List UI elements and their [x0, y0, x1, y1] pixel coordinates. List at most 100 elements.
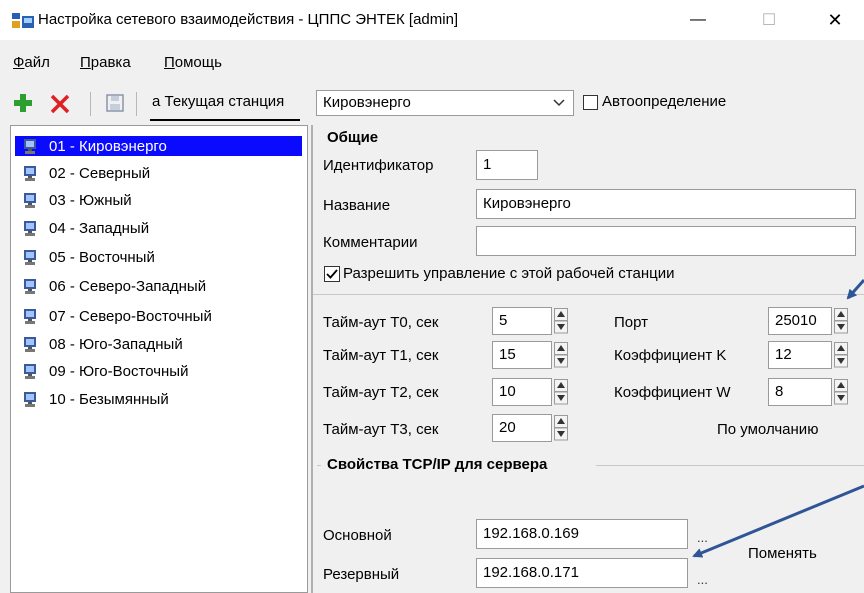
allow-control-checkbox[interactable]: [324, 266, 340, 282]
id-field[interactable]: 1: [476, 150, 538, 180]
computer-icon: [24, 138, 36, 154]
station-list-item-label: 03 - Южный: [49, 191, 132, 209]
station-list-item[interactable]: 01 - Кировэнерго: [15, 136, 302, 156]
port-field[interactable]: 25010: [768, 307, 832, 335]
station-list-item[interactable]: 05 - Восточный: [15, 247, 155, 267]
coeff-k-spinner[interactable]: [834, 342, 848, 368]
menu-edit-accel: П: [80, 54, 91, 71]
close-button[interactable]: ✕: [806, 0, 864, 40]
toolbar-separator: [90, 92, 91, 116]
toolbar-separator: [136, 92, 137, 116]
station-list-item-label: 08 - Юго-Западный: [49, 335, 183, 353]
t1-label: Тайм-аут Т1, сек: [323, 347, 439, 364]
window-title: Настройка сетевого взаимодействия - ЦППС…: [38, 11, 459, 28]
primary-ip-browse-button[interactable]: ...: [697, 530, 708, 545]
station-select[interactable]: Кировэнерго: [316, 90, 574, 116]
coeff-w-spinner[interactable]: [834, 379, 848, 405]
coeff-w-field[interactable]: 8: [768, 378, 832, 406]
t1-spinner[interactable]: [554, 342, 568, 368]
menu-help-label: омощь: [174, 54, 222, 71]
computer-icon: [24, 363, 36, 379]
app-icon: [12, 13, 34, 28]
chevron-down-icon: [553, 99, 565, 107]
change-annotation: Поменять: [748, 545, 817, 562]
backup-ip-label: Резервный: [323, 566, 400, 583]
t3-label: Тайм-аут Т3, сек: [323, 421, 439, 438]
computer-icon: [24, 278, 36, 294]
menu-edit[interactable]: Правка: [80, 54, 131, 71]
t3-field[interactable]: 20: [492, 414, 552, 442]
t0-spinner[interactable]: [554, 308, 568, 334]
menu-file[interactable]: Файл: [13, 54, 50, 71]
station-list-item[interactable]: 10 - Безымянный: [15, 389, 169, 409]
station-list-item-label: 05 - Восточный: [49, 248, 155, 266]
backup-ip-browse-button[interactable]: ...: [697, 572, 708, 587]
menu-help[interactable]: Помощь: [164, 54, 222, 71]
current-station-label: а Текущая станция: [152, 93, 285, 110]
station-list[interactable]: 01 - Кировэнерго 02 - Северный 03 - Южный 0…: [10, 125, 308, 593]
menu-bar: Файл Правка Помощь: [0, 54, 864, 78]
t1-field[interactable]: 15: [492, 341, 552, 369]
group-line-right: [596, 465, 864, 466]
coeff-k-field[interactable]: 12: [768, 341, 832, 369]
name-field[interactable]: Кировэнерго: [476, 189, 856, 219]
station-list-item-label: 10 - Безымянный: [49, 390, 169, 408]
autodetect-checkbox[interactable]: [583, 95, 598, 110]
station-list-item-label: 04 - Западный: [49, 219, 150, 237]
general-group-title: Общие: [327, 129, 379, 146]
station-list-item[interactable]: 06 - Северо-Западный: [15, 276, 206, 296]
station-list-item-label: 06 - Северо-Западный: [49, 277, 207, 295]
computer-icon: [24, 249, 36, 265]
station-list-item[interactable]: 08 - Юго-Западный: [15, 334, 183, 354]
station-list-item[interactable]: 07 - Северо-Восточный: [15, 306, 212, 326]
station-list-item[interactable]: 09 - Юго-Восточный: [15, 361, 188, 381]
add-icon[interactable]: [12, 92, 34, 114]
t2-spinner[interactable]: [554, 379, 568, 405]
maximize-icon: ☐: [761, 12, 777, 29]
computer-icon: [24, 220, 36, 236]
comment-label: Комментарии: [323, 234, 418, 251]
maximize-button[interactable]: ☐: [740, 0, 798, 40]
t2-field[interactable]: 10: [492, 378, 552, 406]
minimize-icon: —: [690, 11, 706, 28]
station-label-underline: [150, 119, 300, 121]
id-label: Идентификатор: [323, 157, 434, 174]
menu-file-label: айл: [24, 54, 50, 71]
name-label: Название: [323, 197, 391, 214]
station-list-item-label: 02 - Северный: [49, 164, 151, 182]
port-spinner[interactable]: [834, 308, 848, 334]
station-list-item[interactable]: 04 - Западный: [15, 218, 149, 238]
autodetect-label: Автоопределение: [602, 93, 727, 110]
t3-spinner[interactable]: [554, 415, 568, 441]
station-select-value: Кировэнерго: [323, 94, 411, 111]
save-icon[interactable]: [105, 93, 125, 113]
t0-label: Тайм-аут Т0, сек: [323, 314, 439, 331]
primary-ip-field[interactable]: 192.168.0.169: [476, 519, 688, 549]
computer-icon: [24, 165, 36, 181]
annotation-arrow-port: [846, 279, 864, 300]
menu-edit-label: равка: [90, 54, 131, 71]
menu-help-accel: П: [164, 54, 175, 71]
port-label: Порт: [614, 314, 649, 331]
computer-icon: [24, 308, 36, 324]
delete-icon[interactable]: [48, 92, 72, 116]
menu-file-accel: Ф: [13, 54, 25, 71]
t0-field[interactable]: 5: [492, 307, 552, 335]
computer-icon: [24, 391, 36, 407]
station-list-item[interactable]: 02 - Северный: [15, 163, 150, 183]
group-line-left: [317, 465, 321, 466]
coeff-w-label: Коэффициент W: [614, 384, 731, 401]
station-list-item[interactable]: 03 - Южный: [15, 190, 132, 210]
computer-icon: [24, 192, 36, 208]
comment-field[interactable]: [476, 226, 856, 256]
minimize-button[interactable]: —: [669, 0, 727, 40]
backup-ip-field[interactable]: 192.168.0.171: [476, 558, 688, 588]
panel-divider: [311, 125, 313, 593]
section-divider: [313, 294, 864, 295]
allow-control-label: Разрешить управление с этой рабочей стан…: [343, 265, 675, 282]
defaults-button[interactable]: По умолчанию: [717, 421, 818, 438]
computer-icon: [24, 336, 36, 352]
close-icon: ✕: [827, 9, 843, 30]
tcpip-group-title: Свойства TCP/IP для сервера: [327, 456, 548, 473]
station-list-item-label: 09 - Юго-Восточный: [49, 362, 189, 380]
